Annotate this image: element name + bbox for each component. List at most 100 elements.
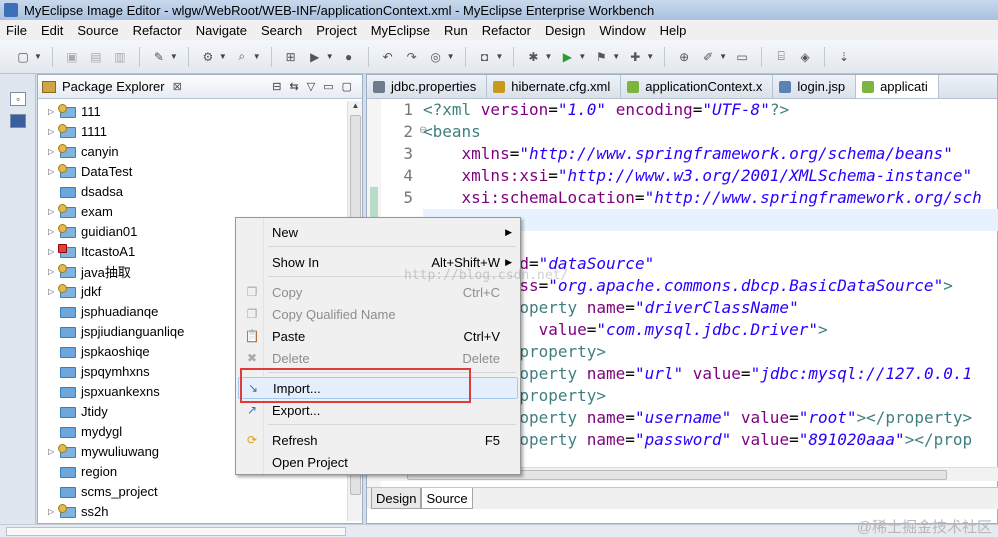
search-icon[interactable]: ⌕ [233, 48, 251, 66]
new-wizard-icon[interactable]: ✎ [150, 48, 168, 66]
save-icon[interactable]: ▣ [63, 48, 81, 66]
menu-source[interactable]: Source [77, 23, 118, 38]
chevron-down-icon[interactable]: ▼ [253, 52, 261, 61]
browser-icon[interactable]: ● [340, 48, 358, 66]
print-icon[interactable]: ▥ [111, 48, 129, 66]
save-all-icon[interactable]: ▤ [87, 48, 105, 66]
chevron-down-icon[interactable]: ▼ [219, 52, 227, 61]
chevron-down-icon[interactable]: ▼ [34, 52, 42, 61]
link-with-editor-icon[interactable]: ⇆ [290, 80, 299, 93]
code-token: xmlns:xsi [461, 166, 549, 185]
open-folder-icon[interactable]: ▭ [733, 48, 751, 66]
menu-help[interactable]: Help [660, 23, 687, 38]
tree-item[interactable]: ▷ 111 [38, 101, 348, 121]
open-type-icon[interactable]: ⊕ [675, 48, 693, 66]
tree-item[interactable]: ▷ canyin [38, 141, 348, 161]
file-icon [779, 80, 792, 93]
code-line[interactable]: xmlns="http://www.springframework.org/sc… [423, 143, 998, 165]
chevron-down-icon[interactable]: ▼ [646, 52, 654, 61]
chevron-down-icon[interactable]: ▼ [447, 52, 455, 61]
run-server-icon[interactable]: ▶ [306, 48, 324, 66]
menu-item-paste[interactable]: 📋 Paste Ctrl+V [238, 325, 518, 347]
menu-item-new[interactable]: New ▶ [238, 221, 518, 243]
camera-icon[interactable]: ◘ [476, 48, 494, 66]
menu-item-copy-qualified-name[interactable]: ❐ Copy Qualified Name [238, 303, 518, 325]
editor-tab[interactable]: applicationContext.x [621, 75, 774, 98]
menu-item-delete[interactable]: ✖ Delete Delete [238, 347, 518, 369]
next-annotation-icon[interactable]: ⇣ [835, 48, 853, 66]
editor-tab[interactable]: applicati [856, 75, 939, 98]
project-folder-icon [58, 283, 76, 298]
project-folder-icon [60, 185, 76, 198]
package-explorer-tab[interactable]: Package Explorer ⊠ ⊟ ⇆ ▽ ▭ ▢ [38, 75, 362, 99]
menu-project[interactable]: Project [316, 23, 356, 38]
menu-edit[interactable]: Edit [41, 23, 63, 38]
menu-item-refresh[interactable]: ⟳ Refresh F5 [238, 429, 518, 451]
minimize-icon[interactable]: ▭ [323, 80, 333, 93]
pin-icon[interactable]: ◈ [796, 48, 814, 66]
collapse-all-icon[interactable]: ⊟ [272, 80, 281, 93]
horizontal-scrollbar[interactable] [6, 527, 346, 536]
menu-navigate[interactable]: Navigate [196, 23, 247, 38]
menu-refactor[interactable]: Refactor [482, 23, 531, 38]
open-task-icon[interactable]: ✐ [699, 48, 717, 66]
chevron-down-icon[interactable]: ▼ [578, 52, 586, 61]
code-line[interactable]: xsi:schemaLocation="http://www.springfra… [423, 187, 998, 209]
tree-item[interactable]: ▷ ss2h [38, 501, 348, 521]
new-server-icon[interactable]: ⚙ [199, 48, 217, 66]
deploy-icon[interactable]: ⊞ [282, 48, 300, 66]
toolbar-separator [513, 46, 515, 67]
chevron-down-icon[interactable]: ▼ [719, 52, 727, 61]
menu-search[interactable]: Search [261, 23, 302, 38]
menu-design[interactable]: Design [545, 23, 585, 38]
tree-item[interactable]: ▷ 1111 [38, 121, 348, 141]
view-menu-icon[interactable]: ▽ [307, 80, 315, 93]
chevron-down-icon[interactable]: ▼ [326, 52, 334, 61]
restore-icon[interactable]: ▫ [10, 92, 26, 106]
code-token: "driverClassName" [634, 298, 799, 317]
tree-item[interactable]: ▷dsadsa [38, 181, 348, 201]
refresh-icon: ⟳ [246, 433, 258, 447]
package-explorer-trim-icon[interactable] [10, 114, 26, 128]
menu-refactor[interactable]: Refactor [133, 23, 182, 38]
chevron-down-icon[interactable]: ▼ [544, 52, 552, 61]
tree-item[interactable]: ▷scms_project [38, 481, 348, 501]
view-toolbar: ⊟ ⇆ ▽ ▭ ▢ [272, 80, 362, 93]
menu-myeclipse[interactable]: MyEclipse [371, 23, 430, 38]
editor-tab[interactable]: jdbc.properties [367, 75, 488, 98]
external-tools-icon[interactable]: ⚑ [592, 48, 610, 66]
menu-file[interactable]: File [6, 23, 27, 38]
back-icon[interactable]: ↶ [379, 48, 397, 66]
new-icon[interactable]: ▢ [14, 48, 32, 66]
code-line[interactable]: xmlns:xsi="http://www.w3.org/2001/XMLSch… [423, 165, 998, 187]
menu-item-copy[interactable]: ❐ Copy Ctrl+C [238, 281, 518, 303]
code-token: > [817, 320, 828, 339]
forward-icon[interactable]: ↷ [403, 48, 421, 66]
tree-item[interactable]: ▷ DataTest [38, 161, 348, 181]
scroll-up-icon[interactable]: ▲ [348, 101, 363, 115]
export-icon: ↗ [246, 403, 258, 417]
chevron-down-icon[interactable]: ▼ [612, 52, 620, 61]
menu-window[interactable]: Window [599, 23, 645, 38]
tab-source[interactable]: Source [421, 488, 473, 509]
tab-design[interactable]: Design [371, 488, 422, 509]
chevron-down-icon[interactable]: ▼ [496, 52, 504, 61]
menu-item-label: Refresh [272, 432, 318, 448]
chevron-down-icon[interactable]: ▼ [170, 52, 178, 61]
run-icon[interactable]: ▶ [558, 48, 576, 66]
code-token: name [586, 298, 626, 317]
editor-tab[interactable]: login.jsp [773, 75, 857, 98]
code-token: "jdbc:mysql://127.0.0.1 [750, 364, 973, 383]
project-folder-icon [60, 325, 76, 338]
annotation-icon[interactable]: ⌸ [772, 48, 790, 66]
maximize-icon[interactable]: ▢ [342, 80, 352, 93]
code-line[interactable]: <?xml version="1.0" encoding="UTF-8"?> [423, 99, 998, 121]
code-line[interactable]: <beans [423, 121, 998, 143]
globe-icon[interactable]: ◎ [427, 48, 445, 66]
coverage-icon[interactable]: ✚ [626, 48, 644, 66]
menu-run[interactable]: Run [444, 23, 468, 38]
editor-tab[interactable]: hibernate.cfg.xml [487, 75, 622, 98]
menu-item-open-project[interactable]: Open Project [238, 451, 518, 473]
close-icon[interactable]: ⊠ [173, 80, 182, 93]
debug-icon[interactable]: ✱ [524, 48, 542, 66]
